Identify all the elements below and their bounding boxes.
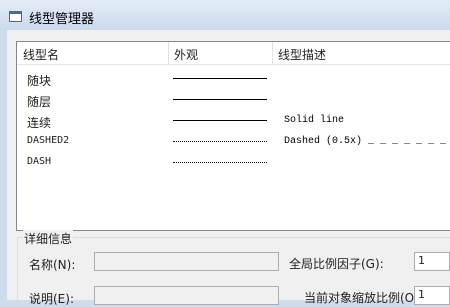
description-field[interactable] xyxy=(94,286,279,305)
column-divider[interactable] xyxy=(272,42,273,64)
current-scale-value: 1 xyxy=(418,288,425,301)
window-icon xyxy=(9,11,22,22)
linetype-appearance xyxy=(173,120,267,121)
title-bar: 线型管理器 xyxy=(0,0,450,30)
table-row[interactable]: 随层 xyxy=(17,90,450,110)
table-row[interactable]: 随块 xyxy=(17,69,450,89)
name-label: 名称(N): xyxy=(29,258,76,272)
linetype-list[interactable]: 线型名 外观 线型描述 随块 随层 连续 Solid line DASHED2 … xyxy=(16,41,450,231)
linetype-description: Dashed (0.5x) _ _ _ _ _ _ _ xyxy=(284,136,447,147)
linetype-name: 连续 xyxy=(27,116,52,130)
linetype-appearance xyxy=(173,141,267,142)
linetype-name: DASHED2 xyxy=(27,135,70,146)
linetype-appearance xyxy=(173,78,267,79)
dialog-body: 线型名 外观 线型描述 随块 随层 连续 Solid line DASHED2 … xyxy=(7,30,450,306)
global-scale-label: 全局比例因子(G): xyxy=(289,257,384,271)
list-header: 线型名 外观 线型描述 xyxy=(17,42,450,65)
details-group-label: 详细信息 xyxy=(23,230,74,247)
table-row[interactable]: DASH xyxy=(17,153,450,173)
description-label: 说明(E): xyxy=(29,292,74,306)
window-title: 线型管理器 xyxy=(29,12,95,27)
linetype-appearance xyxy=(173,99,267,100)
current-scale-label: 当前对象缩放比例(O): xyxy=(304,291,423,305)
column-header-name[interactable]: 线型名 xyxy=(23,46,59,63)
linetype-name: DASH xyxy=(27,156,52,167)
current-scale-input[interactable]: 1 xyxy=(414,286,450,305)
table-row[interactable]: DASHED2 Dashed (0.5x) _ _ _ _ _ _ _ xyxy=(17,132,450,152)
linetype-name: 随层 xyxy=(27,95,52,109)
column-header-appearance[interactable]: 外观 xyxy=(174,46,198,63)
global-scale-value: 1 xyxy=(418,254,425,267)
column-header-description[interactable]: 线型描述 xyxy=(278,46,326,63)
name-field[interactable] xyxy=(94,252,279,271)
column-divider[interactable] xyxy=(168,42,169,64)
linetype-description: Solid line xyxy=(284,115,345,126)
global-scale-input[interactable]: 1 xyxy=(414,252,450,271)
table-row[interactable]: 连续 Solid line xyxy=(17,111,450,131)
linetype-name: 随块 xyxy=(27,74,52,88)
linetype-appearance xyxy=(173,162,267,163)
